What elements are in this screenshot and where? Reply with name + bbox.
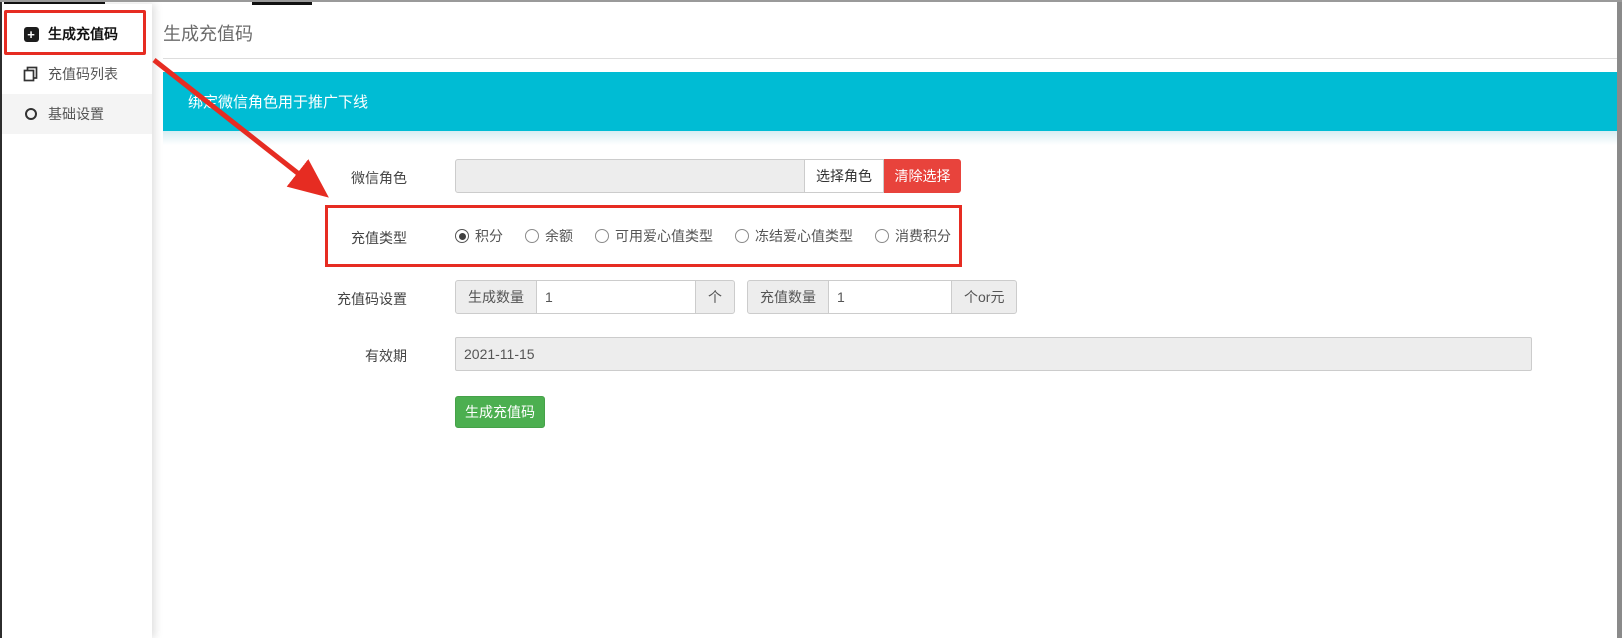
copy-icon [23, 66, 39, 82]
circle-icon [23, 106, 39, 122]
sidebar-item-label: 生成充值码 [48, 24, 118, 44]
recharge-type-row: 充值类型 积分 余额 可用爱心值类型 [163, 226, 1617, 246]
title-divider [163, 58, 1617, 59]
banner-shadow [163, 131, 1617, 145]
wechat-role-label: 微信角色 [163, 159, 407, 188]
select-role-button[interactable]: 选择角色 [804, 159, 884, 193]
sidebar-item-basic-settings[interactable]: 基础设置 [2, 94, 152, 134]
info-banner: 绑定微信角色用于推广下线 [163, 72, 1617, 131]
recharge-type-radio-group: 积分 余额 可用爱心值类型 冻结爱心值类型 [455, 226, 951, 246]
wechat-role-row: 微信角色 选择角色 清除选择 [163, 159, 1617, 193]
validity-date-input[interactable] [455, 337, 1532, 371]
recharge-quantity-group: 充值数量 个or元 [747, 280, 1017, 314]
radio-icon[interactable] [525, 229, 539, 243]
code-settings-row: 充值码设置 生成数量 个 充值数量 个or元 [163, 280, 1617, 314]
clear-selection-button[interactable]: 清除选择 [884, 159, 961, 193]
plus-square-icon: + [23, 26, 39, 42]
radio-icon[interactable] [595, 229, 609, 243]
wechat-role-input[interactable] [455, 159, 805, 193]
sidebar-item-label: 基础设置 [48, 104, 104, 124]
admin-window: + 生成充值码 充值码列表 基础设置 生成充值码 绑定微信角色用于推广下线 [0, 0, 1622, 638]
window-right-edge [1617, 2, 1622, 638]
radio-option-available-love-value[interactable]: 可用爱心值类型 [595, 226, 713, 246]
generate-code-button[interactable]: 生成充值码 [455, 396, 545, 428]
recharge-quantity-input[interactable] [828, 280, 952, 314]
banner-text: 绑定微信角色用于推广下线 [188, 91, 368, 112]
radio-option-frozen-love-value[interactable]: 冻结爱心值类型 [735, 226, 853, 246]
generate-quantity-unit: 个 [695, 280, 735, 314]
generate-quantity-addon: 生成数量 [455, 280, 537, 314]
sidebar-item-label: 充值码列表 [48, 64, 118, 84]
validity-label: 有效期 [163, 337, 407, 366]
radio-icon[interactable] [455, 229, 469, 243]
radio-icon[interactable] [875, 229, 889, 243]
recharge-quantity-unit: 个or元 [951, 280, 1017, 314]
main-content: 生成充值码 绑定微信角色用于推广下线 微信角色 选择角色 清除选择 充值类型 [152, 4, 1617, 638]
radio-option-balance[interactable]: 余额 [525, 226, 573, 246]
sidebar-item-recharge-code-list[interactable]: 充值码列表 [2, 54, 152, 94]
recharge-code-form: 微信角色 选择角色 清除选择 充值类型 积分 余额 [163, 159, 1617, 428]
recharge-quantity-addon: 充值数量 [747, 280, 829, 314]
validity-row: 有效期 [163, 337, 1617, 371]
page-title: 生成充值码 [163, 20, 1617, 46]
sidebar-item-generate-recharge-code[interactable]: + 生成充值码 [2, 14, 152, 54]
recharge-type-label: 充值类型 [163, 226, 407, 248]
radio-option-points[interactable]: 积分 [455, 226, 503, 246]
radio-icon[interactable] [735, 229, 749, 243]
generate-quantity-input[interactable] [536, 280, 696, 314]
generate-quantity-group: 生成数量 个 [455, 280, 735, 314]
code-settings-label: 充值码设置 [163, 280, 407, 309]
sidebar: + 生成充值码 充值码列表 基础设置 [2, 4, 152, 638]
radio-option-consume-points[interactable]: 消费积分 [875, 226, 951, 246]
submit-row: 生成充值码 [163, 396, 1617, 428]
